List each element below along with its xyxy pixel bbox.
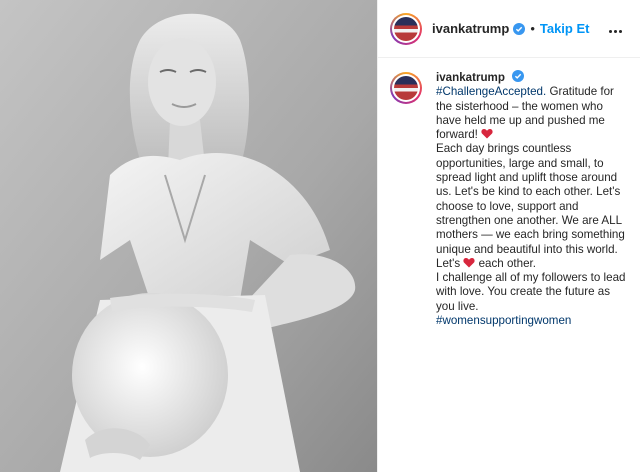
- red-heart-emoji-icon: [463, 257, 475, 268]
- post-header: ivankatrump • Takip Et: [378, 0, 640, 58]
- more-options-icon[interactable]: [609, 20, 627, 38]
- header-username[interactable]: ivankatrump: [432, 21, 509, 36]
- caption-line-3-post: each other.: [478, 256, 536, 270]
- caption-text: ivankatrump #ChallengeAccepted. Gratitud…: [436, 70, 630, 328]
- caption-username[interactable]: ivankatrump: [436, 71, 505, 84]
- caption-row: ivankatrump #ChallengeAccepted. Gratitud…: [390, 70, 630, 328]
- follow-button[interactable]: Takip Et: [540, 21, 590, 36]
- pregnant-woman-photo: [0, 0, 377, 472]
- caption-avatar[interactable]: [390, 72, 422, 104]
- post-side-panel: ivankatrump • Takip Et ivankatrump #Chal…: [377, 0, 640, 472]
- verified-badge-icon: [513, 22, 526, 35]
- verified-badge-icon: [512, 70, 525, 82]
- caption-line-3-pre: Let's: [436, 256, 461, 270]
- separator-dot: •: [530, 21, 535, 36]
- post-photo[interactable]: [0, 0, 377, 472]
- red-heart-emoji-icon: [481, 129, 493, 139]
- caption-line-2: Each day brings countless opportunities,…: [436, 142, 625, 256]
- hashtag-challenge-accepted[interactable]: #ChallengeAccepted.: [436, 85, 546, 98]
- instagram-post: ivankatrump • Takip Et ivankatrump #Chal…: [0, 0, 640, 472]
- profile-avatar[interactable]: [390, 12, 422, 45]
- hashtag-womensupportingwomen[interactable]: #womensupportingwomen: [436, 314, 571, 327]
- caption-line-4: I challenge all of my followers to lead …: [436, 271, 626, 313]
